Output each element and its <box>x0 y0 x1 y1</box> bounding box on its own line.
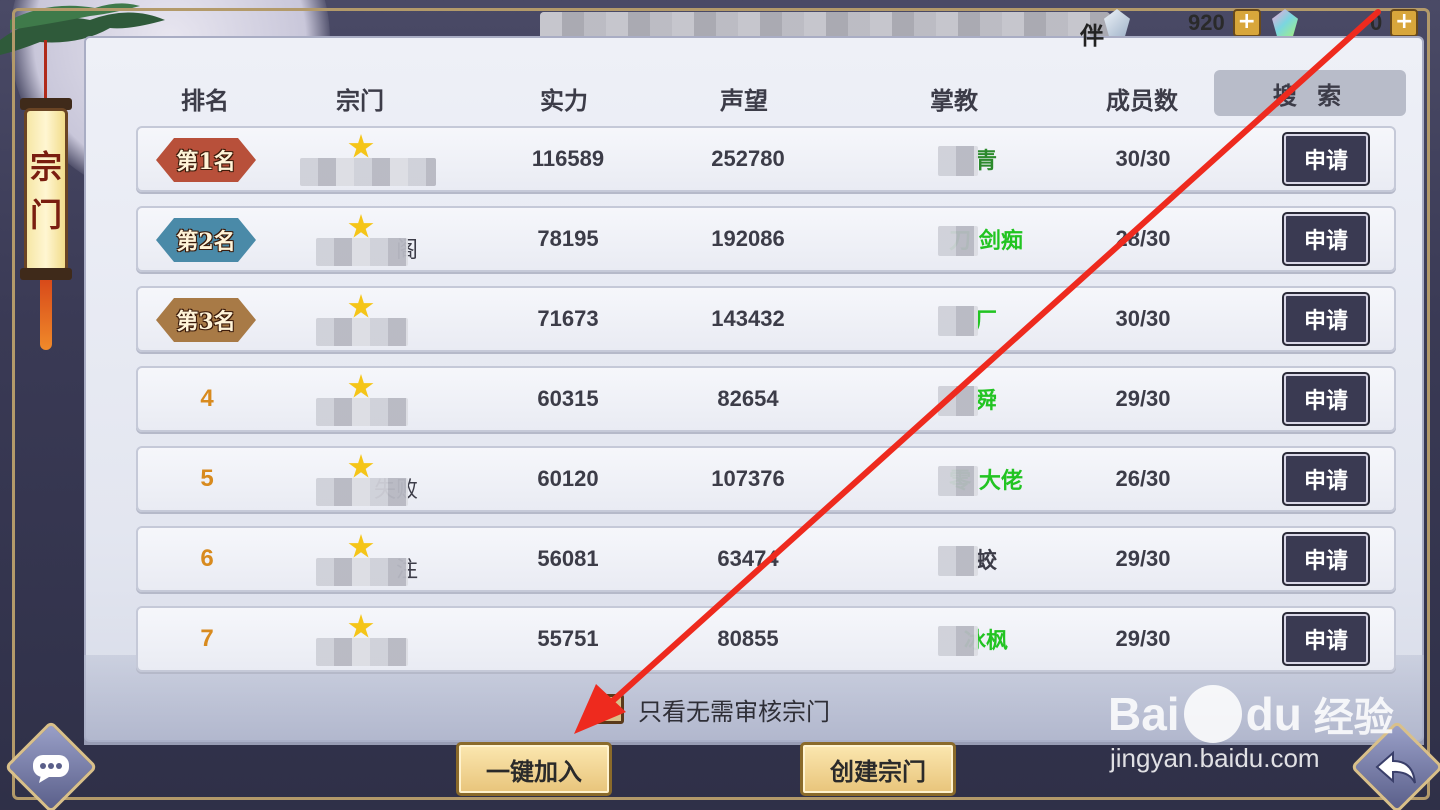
crystal-value: 0 <box>1370 10 1383 35</box>
sect-power: 60120 <box>537 466 599 491</box>
add-silver-button[interactable]: + <box>1232 9 1261 37</box>
sect-power: 56081 <box>537 546 599 571</box>
sect-name-mosaic <box>316 558 408 586</box>
lantern-tassel <box>40 280 52 350</box>
header-members: 成员数 <box>1106 86 1178 115</box>
member-count: 29/30 <box>1115 386 1171 411</box>
sect-prestige: 252780 <box>711 146 785 171</box>
currency-silver: 920 + <box>1104 8 1261 38</box>
sect-power: 71673 <box>537 306 599 331</box>
table-row: 第3名 71673 143432 厂 30/30 申请 <box>136 286 1396 352</box>
header-sect: 宗门 <box>336 86 384 115</box>
sect-tab-char: 宗 <box>29 147 62 186</box>
sect-prestige: 63474 <box>717 546 779 571</box>
header-power: 实力 <box>540 86 588 115</box>
chat-bubble-icon <box>26 744 76 794</box>
leader-name-mosaic <box>938 306 978 336</box>
search-button[interactable]: 搜 索 <box>1214 70 1406 116</box>
sect-name-mosaic <box>316 318 408 346</box>
sect-name-mosaic <box>316 478 408 506</box>
apply-button[interactable]: 申请 <box>1282 132 1370 186</box>
watermark-bai: Bai <box>1108 688 1180 740</box>
rainbow-crystal-icon <box>1272 9 1298 37</box>
sect-prestige: 80855 <box>717 626 779 651</box>
member-count: 30/30 <box>1115 306 1171 331</box>
sect-power: 60315 <box>537 386 599 411</box>
rank-number: 5 <box>200 465 214 492</box>
sect-leader: 零 大佬 <box>949 469 1023 494</box>
rank-badge: 第2名 <box>156 218 256 262</box>
create-sect-button[interactable]: 创建宗门 <box>800 742 956 796</box>
baidu-paw-icon <box>1183 685 1242 743</box>
sect-prestige: 143432 <box>711 306 785 331</box>
leader-name-mosaic <box>938 626 978 656</box>
table-row: 4 60315 82654 舜 29/30 申请 <box>136 366 1396 432</box>
sect-leader: 青 <box>974 149 997 174</box>
currency-crystal: 0 + <box>1272 8 1419 38</box>
sect-name-mosaic <box>316 238 408 266</box>
sect-leader: 刀 剑痴 <box>949 229 1023 254</box>
leader-name-mosaic <box>938 546 978 576</box>
lantern-string <box>44 40 47 100</box>
lantern-cap <box>20 268 72 280</box>
filter-label: 只看无需审核宗门 <box>638 697 830 726</box>
sect-leader: 冰枫 <box>963 629 1008 654</box>
apply-button[interactable]: 申请 <box>1282 292 1370 346</box>
rank-number: 6 <box>200 545 214 572</box>
filter-no-review[interactable]: 只看无需审核宗门 <box>594 692 830 726</box>
header-leader: 掌教 <box>930 86 978 115</box>
table-row: 5失败60120107376零 大佬26/30申请 <box>136 446 1396 512</box>
leader-name-mosaic <box>938 226 978 256</box>
announcement-text: 伴 <box>1080 21 1104 50</box>
member-count: 28/30 <box>1115 226 1171 251</box>
leader-name-mosaic <box>938 386 978 416</box>
sect-tab-lantern[interactable]: 宗 门 <box>24 108 68 273</box>
sect-power: 55751 <box>537 626 599 651</box>
watermark-logo: Bai du 经验 <box>1108 685 1394 743</box>
sect-leader: 蛟 <box>974 549 997 574</box>
sect-name-mosaic <box>300 158 436 186</box>
sect-power: 78195 <box>537 226 599 251</box>
rank-number: 7 <box>200 625 214 652</box>
watermark-du: du <box>1245 688 1302 740</box>
add-crystal-button[interactable]: + <box>1390 9 1419 37</box>
leader-name-mosaic <box>938 146 978 176</box>
member-count: 30/30 <box>1115 146 1171 171</box>
sect-power: 116589 <box>531 146 605 171</box>
watermark-brand: 经验 <box>1313 695 1394 741</box>
member-count: 26/30 <box>1115 466 1171 491</box>
apply-button[interactable]: 申请 <box>1282 452 1370 506</box>
sect-prestige: 192086 <box>711 226 785 251</box>
apply-button[interactable]: 申请 <box>1282 212 1370 266</box>
table-row: 第1名 116589 252780 青 30/30 申请 <box>136 126 1396 192</box>
table-row: 6注5608163474蛟29/30申请 <box>136 526 1396 592</box>
leader-name-mosaic <box>938 466 978 496</box>
rank-badge: 第3名 <box>156 298 256 342</box>
apply-button[interactable]: 申请 <box>1282 372 1370 426</box>
member-count: 29/30 <box>1115 546 1171 571</box>
header-rank: 排名 <box>181 86 229 115</box>
sect-name-mosaic <box>316 398 408 426</box>
one-click-join-button[interactable]: 一键加入 <box>456 742 612 796</box>
sect-leader: 厂 <box>974 309 997 334</box>
watermark-url: jingyan.baidu.com <box>1110 743 1320 773</box>
rank-number: 4 <box>200 385 214 412</box>
silver-value: 920 <box>1188 10 1225 35</box>
baidu-watermark: Bai du 经验 jingyan.baidu.com <box>1100 655 1420 785</box>
sect-tab-char: 门 <box>29 195 62 234</box>
table-row: 第2名阁78195192086刀 剑痴28/30申请 <box>136 206 1396 272</box>
rank-badge: 第1名 <box>156 138 256 182</box>
sect-name-mosaic <box>316 638 408 666</box>
apply-button[interactable]: 申请 <box>1282 532 1370 586</box>
filter-checkbox[interactable] <box>594 694 624 724</box>
header-prestige: 声望 <box>720 86 768 115</box>
sect-prestige: 82654 <box>717 386 779 411</box>
sect-prestige: 107376 <box>711 466 785 491</box>
sect-leader: 舜 <box>974 389 997 414</box>
